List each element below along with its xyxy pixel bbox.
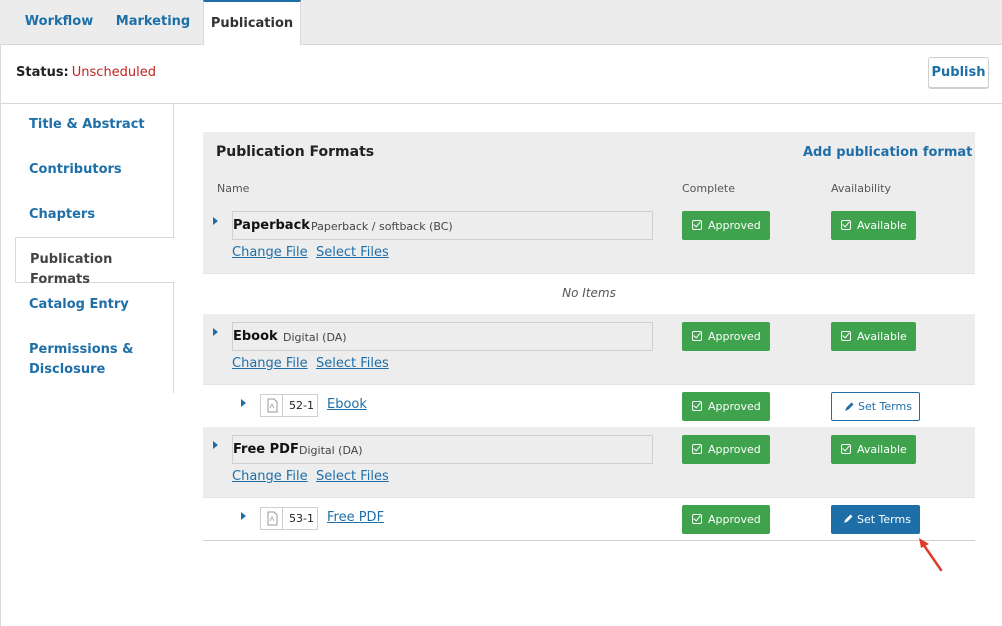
format-type: Paperback / softback (BC) xyxy=(311,220,453,233)
column-header-complete: Complete xyxy=(682,182,736,195)
column-header-name: Name xyxy=(217,182,250,195)
approved-button[interactable]: Approved xyxy=(682,392,770,421)
change-file-link[interactable]: Change File xyxy=(232,245,308,260)
format-name: Free PDF xyxy=(233,442,299,457)
nav-item-publication-formats[interactable]: Publication Formats xyxy=(15,237,175,287)
approved-button[interactable]: Approved xyxy=(682,505,770,534)
format-name-box: Free PDF Digital (DA) xyxy=(232,435,653,464)
select-files-link[interactable]: Select Files xyxy=(316,356,389,371)
tab-workflow[interactable]: Workflow xyxy=(14,0,104,45)
nav-item-permissions-disclosure[interactable]: Permissions & Disclosure xyxy=(15,340,174,380)
no-items-text: No Items xyxy=(562,286,616,300)
format-type: Digital (DA) xyxy=(283,331,347,344)
nav-item-label-line1: Permissions & xyxy=(29,342,134,357)
change-file-link[interactable]: Change File xyxy=(232,356,308,371)
nav-item-chapters[interactable]: Chapters xyxy=(15,205,174,225)
tab-bar: Workflow Marketing Publication xyxy=(0,0,1002,46)
check-square-icon xyxy=(692,220,702,230)
available-button[interactable]: Available xyxy=(831,435,916,464)
status-label: Status: xyxy=(16,65,69,80)
check-square-icon xyxy=(692,514,702,524)
column-header-availability: Availability xyxy=(831,182,891,195)
file-name-link[interactable]: Ebook xyxy=(327,397,367,412)
format-name-box: Paperback Paperback / softback (BC) xyxy=(232,211,653,240)
file-chip: 52-1 xyxy=(260,394,318,417)
approved-button[interactable]: Approved xyxy=(682,211,770,240)
publication-formats-panel: Publication Formats Add publication form… xyxy=(203,132,975,541)
approved-label: Approved xyxy=(708,330,761,343)
file-chip: 53-1 xyxy=(260,507,318,530)
caret-right-icon[interactable] xyxy=(213,217,218,225)
format-name-box: Ebook Digital (DA) xyxy=(232,322,653,351)
file-id: 53-1 xyxy=(289,512,314,525)
file-id: 52-1 xyxy=(289,399,314,412)
available-button[interactable]: Available xyxy=(831,322,916,351)
tab-publication[interactable]: Publication xyxy=(203,0,301,46)
tab-marketing[interactable]: Marketing xyxy=(110,0,196,45)
nav-item-title-abstract[interactable]: Title & Abstract xyxy=(15,115,174,135)
caret-right-icon[interactable] xyxy=(241,512,246,520)
select-files-link[interactable]: Select Files xyxy=(316,245,389,260)
check-square-icon xyxy=(841,444,851,454)
publish-button[interactable]: Publish xyxy=(928,57,989,88)
check-square-icon xyxy=(841,220,851,230)
approved-label: Approved xyxy=(708,219,761,232)
approved-button[interactable]: Approved xyxy=(682,435,770,464)
available-button[interactable]: Available xyxy=(831,211,916,240)
panel-title: Publication Formats xyxy=(216,144,375,160)
caret-right-icon[interactable] xyxy=(241,399,246,407)
available-label: Available xyxy=(857,330,907,343)
nav-item-label-line2: Disclosure xyxy=(29,362,106,377)
caret-right-icon[interactable] xyxy=(213,441,218,449)
change-file-link[interactable]: Change File xyxy=(232,469,308,484)
set-terms-label: Set Terms xyxy=(857,513,911,526)
pencil-icon xyxy=(844,514,853,523)
check-square-icon xyxy=(692,401,702,411)
check-square-icon xyxy=(692,444,702,454)
available-label: Available xyxy=(857,443,907,456)
approved-label: Approved xyxy=(708,513,761,526)
pdf-file-icon xyxy=(261,508,283,529)
pdf-file-icon xyxy=(261,395,283,416)
check-square-icon xyxy=(692,331,702,341)
status-bar: Status: Unscheduled Publish xyxy=(1,45,1002,104)
available-label: Available xyxy=(857,219,907,232)
status-value: Unscheduled xyxy=(71,65,157,80)
publication-status: Status: Unscheduled xyxy=(16,65,156,80)
format-type: Digital (DA) xyxy=(299,444,363,457)
approved-label: Approved xyxy=(708,443,761,456)
pencil-icon xyxy=(845,402,854,411)
approved-label: Approved xyxy=(708,400,761,413)
approved-button[interactable]: Approved xyxy=(682,322,770,351)
set-terms-button[interactable]: Set Terms xyxy=(831,505,920,534)
nav-item-label: Publication Formats xyxy=(30,252,113,287)
set-terms-button[interactable]: Set Terms xyxy=(831,392,920,421)
select-files-link[interactable]: Select Files xyxy=(316,469,389,484)
caret-right-icon[interactable] xyxy=(213,328,218,336)
frame-border xyxy=(0,45,1,626)
side-nav: Title & Abstract Contributors Chapters P… xyxy=(15,104,175,393)
set-terms-label: Set Terms xyxy=(858,400,912,413)
add-publication-format-link[interactable]: Add publication format xyxy=(803,145,972,160)
red-arrow-annotation xyxy=(919,538,943,572)
format-name: Paperback xyxy=(233,218,310,233)
format-name: Ebook xyxy=(233,329,278,344)
nav-item-catalog-entry[interactable]: Catalog Entry xyxy=(15,295,174,315)
check-square-icon xyxy=(841,331,851,341)
file-name-link[interactable]: Free PDF xyxy=(327,510,384,525)
nav-item-contributors[interactable]: Contributors xyxy=(15,160,174,180)
